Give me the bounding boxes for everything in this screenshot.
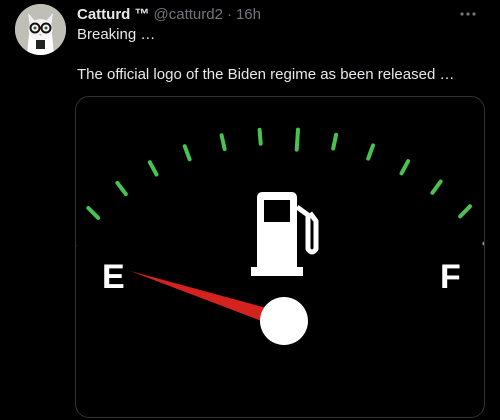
fuel-pump-icon	[251, 192, 319, 276]
gauge-tick	[430, 179, 443, 195]
empty-label: E	[102, 258, 125, 296]
separator-dot: ·	[226, 5, 232, 23]
author-handle[interactable]: @catturd2	[154, 6, 223, 23]
tweet-header: Catturd ™ @catturd2 · 16h	[77, 4, 261, 24]
gauge-tick	[331, 132, 339, 151]
tweet-text-line-1: Breaking …	[77, 26, 156, 43]
tweet-text-line-2: The official logo of the Biden regime as…	[77, 66, 455, 83]
more-horizontal-icon[interactable]	[456, 4, 480, 24]
tweet-media-image[interactable]: E F	[75, 96, 485, 418]
gauge-tick	[294, 127, 300, 152]
gauge-tick	[147, 160, 159, 177]
tweet[interactable]: Catturd ™ @catturd2 · 16h Breaking … The…	[0, 0, 500, 420]
needle-hub	[260, 297, 308, 345]
gauge-tick	[86, 206, 101, 220]
timestamp[interactable]: 16h	[236, 6, 261, 23]
author-name[interactable]: Catturd ™	[77, 6, 150, 23]
avatar[interactable]	[15, 4, 66, 55]
full-label: F	[440, 258, 461, 296]
gauge-tick	[366, 143, 375, 161]
fuel-gauge: E F	[76, 127, 484, 345]
gauge-tick	[257, 127, 263, 146]
gauge-tick	[458, 204, 472, 219]
gauge-tick	[115, 180, 128, 197]
gauge-tick	[182, 144, 192, 162]
gauge-tick	[219, 133, 227, 151]
gauge-tick	[399, 159, 411, 176]
